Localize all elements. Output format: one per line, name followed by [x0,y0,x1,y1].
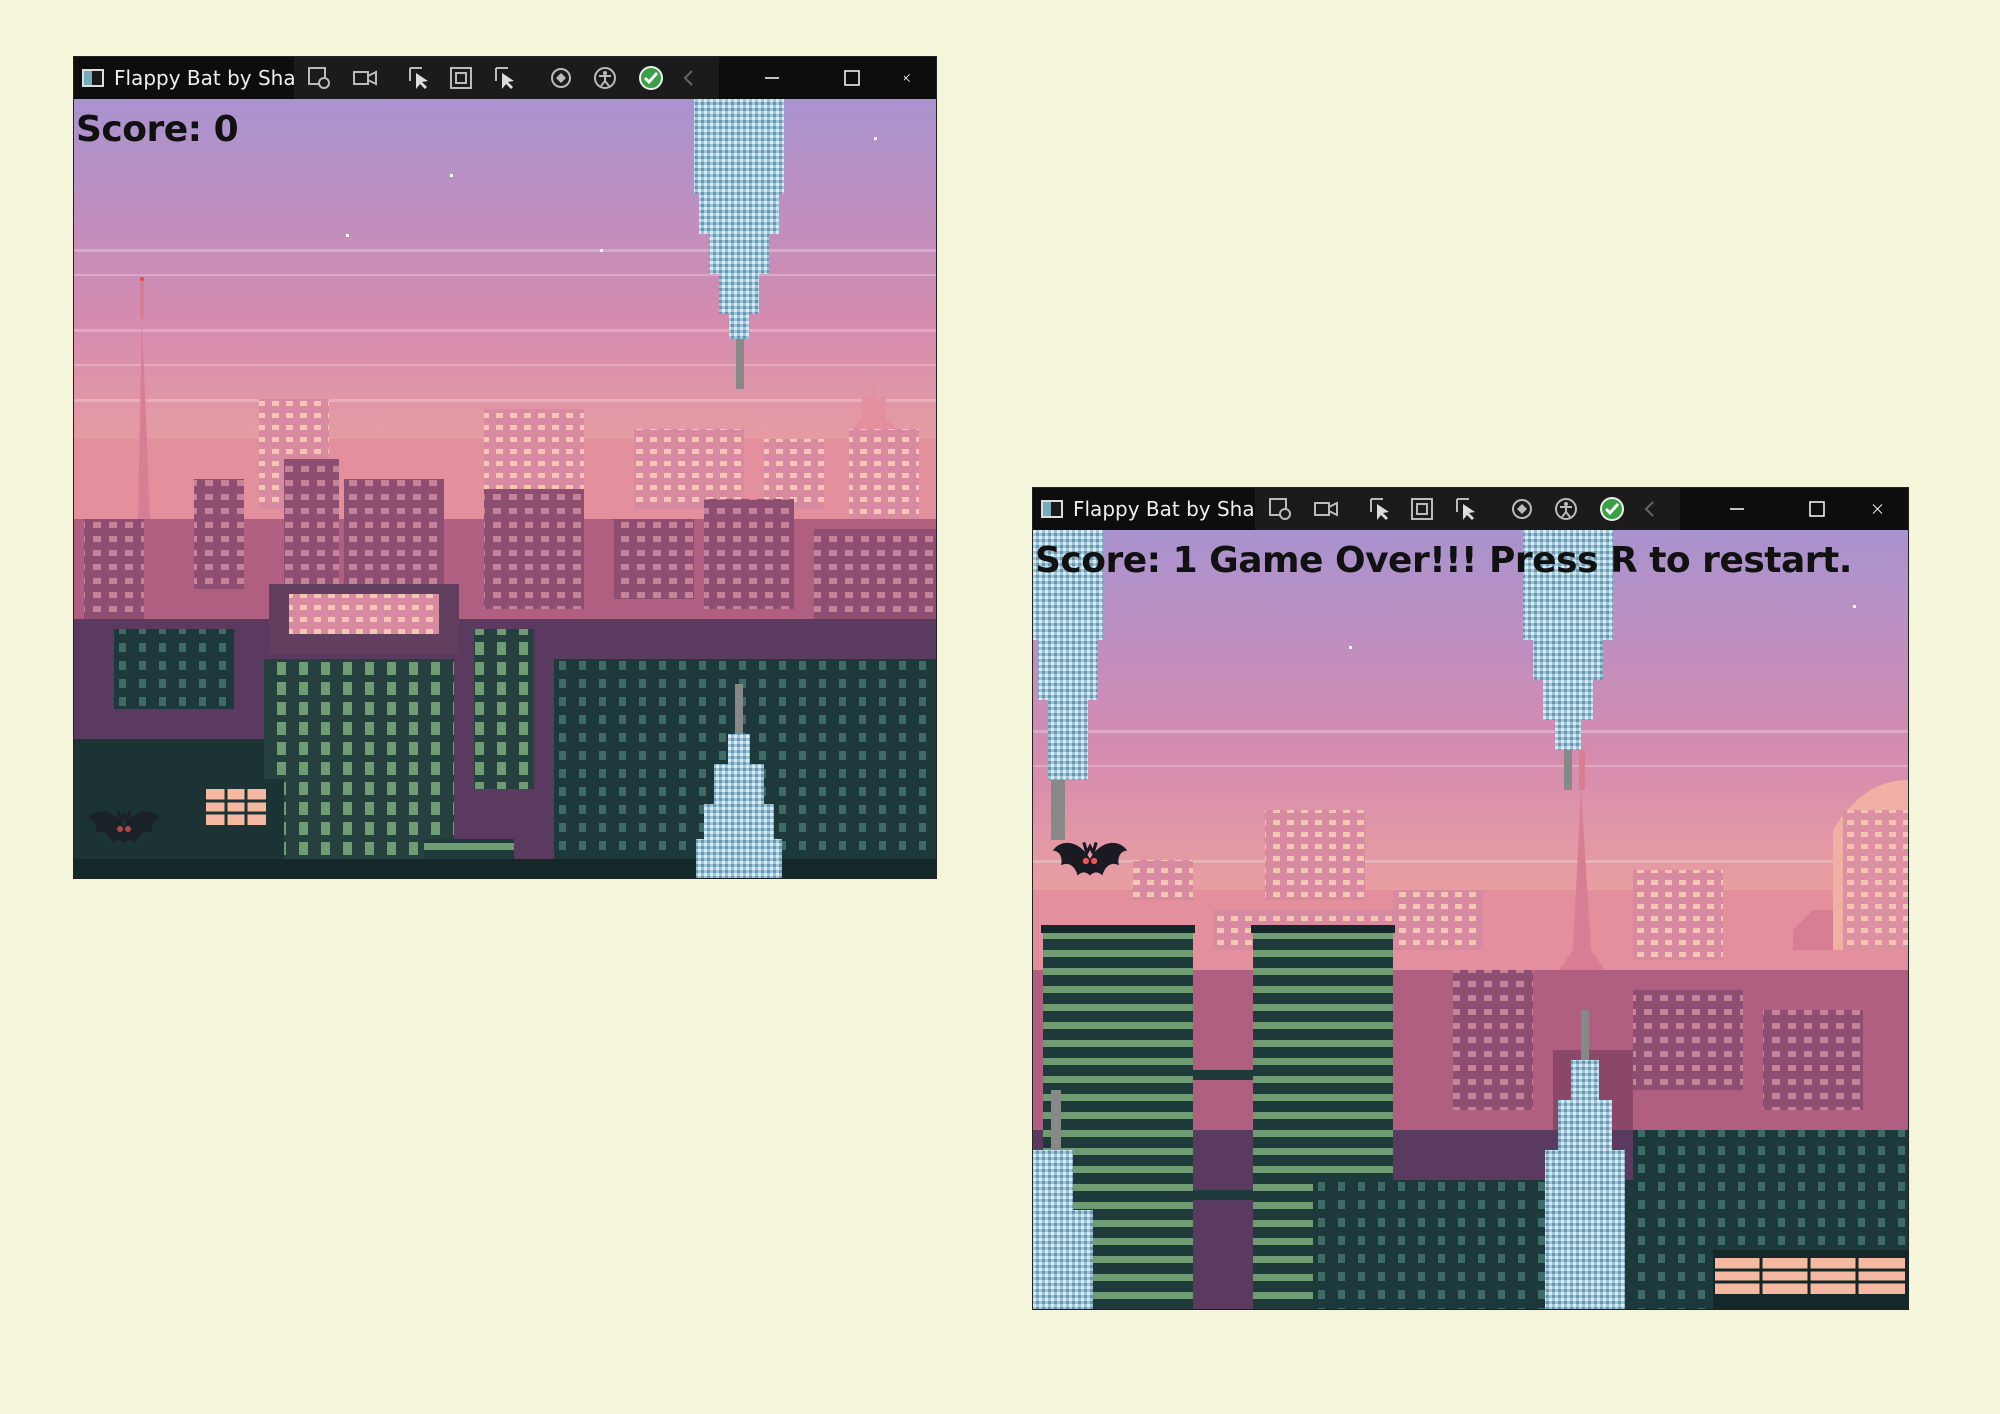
select-element-icon[interactable] [492,65,518,91]
minimize-icon[interactable] [742,57,802,99]
inspect-icon[interactable] [306,65,332,91]
select-arrow-icon[interactable] [406,65,432,91]
maximize-icon[interactable] [822,57,882,99]
hot-reload-icon[interactable] [1509,496,1535,522]
near-skyline [74,584,936,878]
frame-icon[interactable] [1409,496,1435,522]
frame-icon[interactable] [448,65,474,91]
game-window-2[interactable]: Flappy Bat by Shane Score: 1 Game Over!!… [1033,488,1908,1309]
close-icon[interactable] [904,57,936,99]
check-icon[interactable] [1599,496,1625,522]
game-canvas[interactable]: Score: 1 Game Over!!! Press R to restart… [1033,530,1908,1309]
score-label: Score: 0 [76,109,239,150]
debug-toolbar [1255,488,1680,530]
game-canvas[interactable]: Score: 0 [74,99,936,878]
hot-reload-icon[interactable] [548,65,574,91]
app-icon [82,69,104,87]
score-gameover-label: Score: 1 Game Over!!! Press R to restart… [1035,540,1852,581]
app-icon [1041,500,1063,518]
collapse-chevron-icon[interactable] [676,65,702,91]
title-bar[interactable]: Flappy Bat by Shane [1033,488,1908,530]
video-icon[interactable] [352,65,378,91]
inspect-icon[interactable] [1267,496,1293,522]
accessibility-icon[interactable] [1553,496,1579,522]
select-arrow-icon[interactable] [1367,496,1393,522]
game-window-1[interactable]: Flappy Bat by Shane Score: 0 [74,57,936,878]
accessibility-icon[interactable] [592,65,618,91]
maximize-icon[interactable] [1787,488,1847,530]
select-element-icon[interactable] [1453,496,1479,522]
minimize-icon[interactable] [1707,488,1767,530]
city-background [74,99,936,878]
close-icon[interactable] [1869,488,1908,530]
city-background [1033,530,1908,1309]
title-bar[interactable]: Flappy Bat by Shane [74,57,936,99]
debug-toolbar [294,57,719,99]
check-icon[interactable] [638,65,664,91]
collapse-chevron-icon[interactable] [1637,496,1663,522]
video-icon[interactable] [1313,496,1339,522]
